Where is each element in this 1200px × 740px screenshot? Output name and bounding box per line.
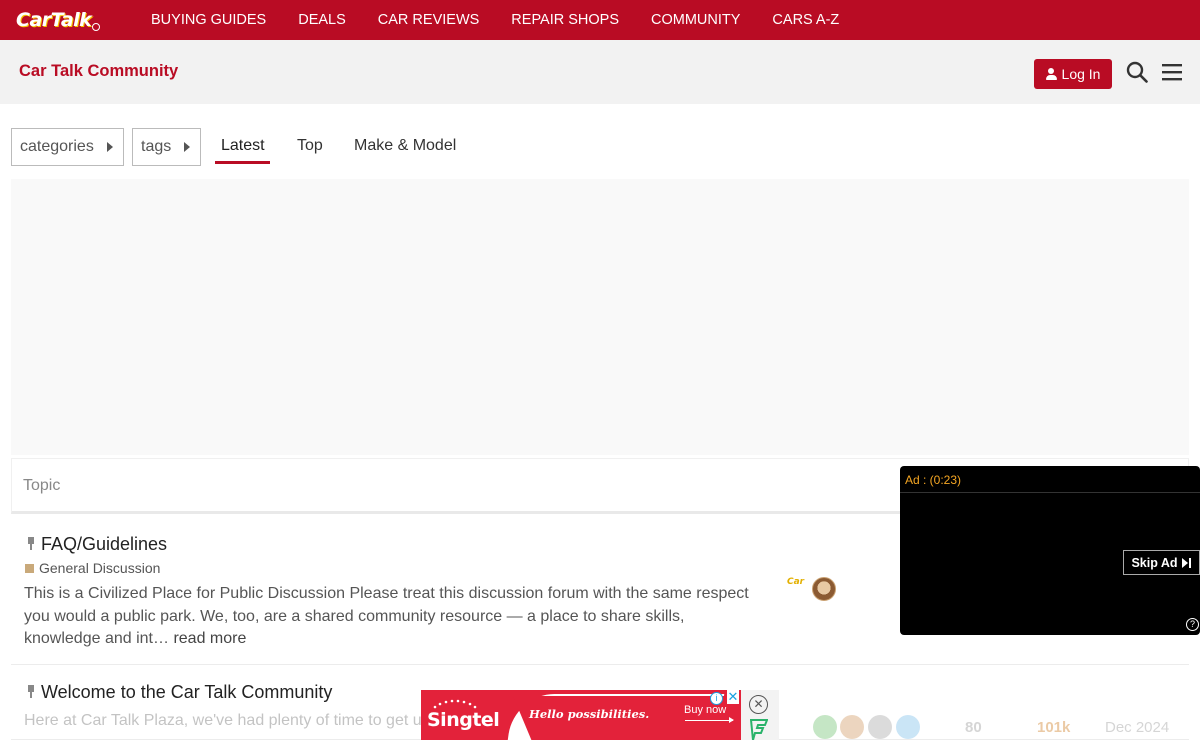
- search-icon[interactable]: [1126, 61, 1148, 83]
- caret-right-icon: [184, 142, 190, 152]
- skip-next-icon: [1181, 557, 1192, 568]
- excerpt-text: This is a Civilized Place for Public Dis…: [24, 585, 749, 647]
- buy-now-link[interactable]: Buy now: [684, 704, 726, 716]
- poster-avatar[interactable]: [813, 715, 837, 739]
- replies-count: 80: [965, 719, 982, 736]
- skip-ad-label: Skip Ad: [1131, 555, 1178, 570]
- login-label: Log In: [1061, 66, 1101, 82]
- help-icon[interactable]: ?: [1186, 618, 1199, 631]
- category-badge[interactable]: General Discussion: [25, 560, 160, 576]
- close-ad-button[interactable]: ✕: [749, 695, 768, 714]
- ad-close-icon[interactable]: ✕: [727, 690, 739, 704]
- topic-title-link[interactable]: FAQ/Guidelines: [41, 534, 167, 555]
- views-count: 101k: [1037, 719, 1071, 736]
- category-name: General Discussion: [39, 560, 161, 576]
- user-icon: [1045, 68, 1057, 80]
- login-button[interactable]: Log In: [1034, 59, 1112, 89]
- ad-placeholder: [11, 179, 1189, 455]
- nav-car-reviews[interactable]: CAR REVIEWS: [378, 12, 480, 28]
- nav-repair-shops[interactable]: REPAIR SHOPS: [511, 12, 619, 28]
- category-color-square: [25, 563, 34, 573]
- pin-icon: [25, 537, 37, 551]
- site-title[interactable]: Car Talk Community: [19, 62, 178, 81]
- logo-text: CarTalk: [16, 9, 92, 31]
- site-topbar: CarTalk BUYING GUIDES DEALS CAR REVIEWS …: [0, 0, 1200, 40]
- logo-mark-icon: [92, 23, 101, 31]
- tags-label: tags: [141, 138, 172, 155]
- poster-cartalk-avatar[interactable]: Car: [787, 577, 804, 587]
- tab-latest[interactable]: Latest: [221, 137, 265, 155]
- hamburger-menu-icon[interactable]: [1162, 62, 1182, 82]
- categories-dropdown[interactable]: categories: [11, 128, 124, 166]
- arrow-right-icon: [685, 717, 734, 723]
- tab-make-model[interactable]: Make & Model: [354, 137, 456, 155]
- ad-divider: [900, 492, 1200, 493]
- poster-avatar[interactable]: [896, 715, 920, 739]
- read-more-link[interactable]: read more: [173, 630, 246, 647]
- topic-excerpt: This is a Civilized Place for Public Dis…: [24, 583, 764, 651]
- nav-community[interactable]: COMMUNITY: [651, 12, 740, 28]
- cartalk-logo[interactable]: CarTalk: [16, 7, 101, 33]
- topic-title-link[interactable]: Welcome to the Car Talk Community: [41, 682, 332, 703]
- skip-ad-button[interactable]: Skip Ad: [1123, 550, 1200, 575]
- banner-ad[interactable]: Singtel Hello possibilities. Buy now: [421, 690, 741, 740]
- poster-avatar[interactable]: [868, 715, 892, 739]
- nav-cars-a-z[interactable]: CARS A-Z: [772, 12, 839, 28]
- freestar-logo-icon[interactable]: [750, 718, 768, 740]
- active-tab-indicator: [215, 161, 270, 164]
- categories-label: categories: [20, 138, 94, 155]
- singtel-logo: Singtel: [427, 709, 500, 731]
- tab-top[interactable]: Top: [297, 137, 323, 155]
- nav-deals[interactable]: DEALS: [298, 12, 346, 28]
- banner-slogan: Hello possibilities.: [529, 707, 650, 721]
- nav-buying-guides[interactable]: BUYING GUIDES: [151, 12, 266, 28]
- ad-timer: Ad : (0:23): [905, 473, 962, 487]
- poster-avatar[interactable]: [812, 577, 836, 601]
- tags-dropdown[interactable]: tags: [132, 128, 201, 166]
- caret-right-icon: [107, 142, 113, 152]
- pin-icon: [25, 685, 37, 699]
- poster-avatar[interactable]: [840, 715, 864, 739]
- topic-column-header[interactable]: Topic: [23, 477, 60, 495]
- adchoices-icon[interactable]: i: [710, 692, 723, 705]
- community-header: Car Talk Community: [0, 40, 1200, 104]
- main-nav: BUYING GUIDES DEALS CAR REVIEWS REPAIR S…: [151, 0, 871, 40]
- activity-date[interactable]: Dec 2024: [1105, 719, 1169, 736]
